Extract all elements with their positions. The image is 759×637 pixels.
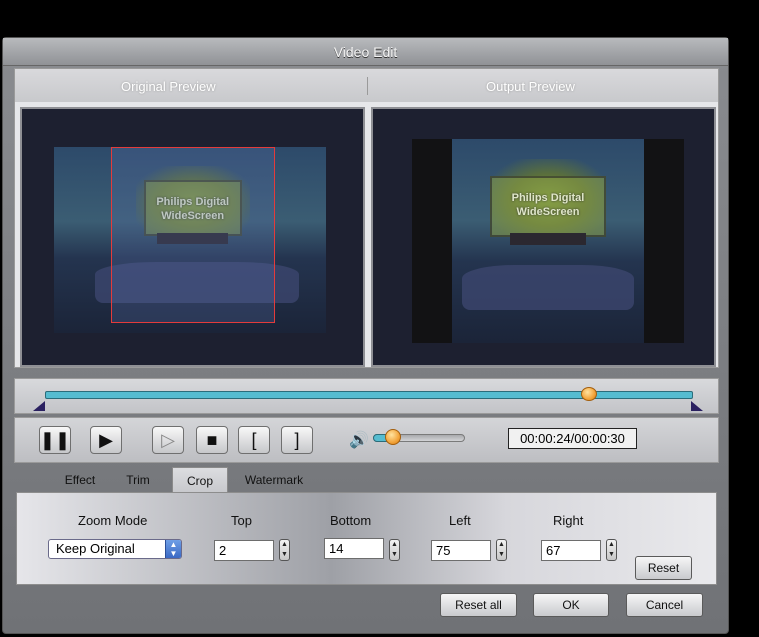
left-label: Left bbox=[449, 513, 471, 528]
right-stepper[interactable]: ▲ ▼ bbox=[606, 539, 617, 561]
cancel-button[interactable]: Cancel bbox=[626, 593, 703, 617]
preview-header-divider bbox=[367, 77, 368, 95]
zoom-mode-label: Zoom Mode bbox=[78, 513, 148, 528]
bottom-label: Bottom bbox=[330, 513, 372, 528]
mark-in-icon: [ bbox=[251, 429, 257, 450]
output-video-frame: Philips Digital WideScreen bbox=[412, 139, 684, 343]
step-play-icon: ▶ bbox=[99, 429, 113, 450]
tab-effect[interactable]: Effect bbox=[55, 467, 105, 493]
original-preview-label: Original Preview bbox=[121, 79, 216, 94]
time-display: 00:00:24/00:00:30 bbox=[508, 428, 637, 449]
output-tv-text-line2: WideScreen bbox=[516, 205, 580, 218]
output-preview-pane: Philips Digital WideScreen bbox=[371, 107, 716, 367]
reset-all-button[interactable]: Reset all bbox=[440, 593, 517, 617]
top-stepper[interactable]: ▲ ▼ bbox=[279, 539, 290, 561]
tab-watermark[interactable]: Watermark bbox=[236, 467, 312, 493]
playback-controls: ❚❚ ▶ ▷ ■ [ ] 🔊 00:00:24/00:00:30 bbox=[14, 417, 719, 463]
mark-out-button[interactable]: ] bbox=[281, 426, 313, 454]
bottom-input[interactable]: 14 bbox=[324, 538, 384, 559]
pause-button[interactable]: ❚❚ bbox=[39, 426, 71, 454]
crop-settings-panel: Zoom Mode Keep Original ▲ ▼ Top 2 ▲ ▼ Bott… bbox=[16, 492, 717, 585]
output-preview-label: Output Preview bbox=[486, 79, 575, 94]
output-tv-text-line1: Philips Digital bbox=[511, 191, 585, 204]
ok-button[interactable]: OK bbox=[533, 593, 609, 617]
tab-crop[interactable]: Crop bbox=[172, 467, 228, 493]
crop-rectangle[interactable] bbox=[111, 147, 275, 323]
top-label: Top bbox=[231, 513, 252, 528]
mark-in-button[interactable]: [ bbox=[238, 426, 270, 454]
zoom-mode-select[interactable]: Keep Original ▲ ▼ bbox=[48, 539, 182, 559]
preview-header: Original Preview Output Preview bbox=[15, 69, 718, 102]
zoom-mode-value: Keep Original bbox=[56, 541, 135, 556]
select-arrows-icon: ▲ ▼ bbox=[165, 540, 181, 558]
next-frame-icon: ▷ bbox=[161, 429, 175, 450]
volume-knob[interactable] bbox=[384, 429, 401, 445]
stop-icon: ■ bbox=[206, 429, 218, 450]
output-video-scene: Philips Digital WideScreen bbox=[452, 139, 644, 343]
edit-tabs: Effect Trim Crop Watermark bbox=[14, 467, 719, 493]
right-label: Right bbox=[553, 513, 584, 528]
video-edit-window: Video Edit Original Preview Output Previ… bbox=[2, 37, 729, 634]
step-play-button[interactable]: ▶ bbox=[90, 426, 122, 454]
trim-start-marker-icon[interactable] bbox=[33, 401, 45, 411]
pause-icon: ❚❚ bbox=[39, 429, 71, 450]
top-input[interactable]: 2 bbox=[214, 540, 274, 561]
reset-button[interactable]: Reset bbox=[635, 556, 692, 580]
right-input[interactable]: 67 bbox=[541, 540, 601, 561]
speaker-icon[interactable]: 🔊 bbox=[349, 430, 369, 450]
original-video-frame: Philips Digital WideScreen bbox=[54, 147, 326, 333]
timeline-slider[interactable] bbox=[14, 378, 719, 414]
mark-out-icon: ] bbox=[294, 429, 300, 450]
trim-end-marker-icon[interactable] bbox=[691, 401, 703, 411]
preview-area: Original Preview Output Preview Philips … bbox=[14, 68, 719, 368]
bottom-stepper[interactable]: ▲ ▼ bbox=[389, 539, 400, 561]
tab-trim[interactable]: Trim bbox=[115, 467, 161, 493]
next-frame-button[interactable]: ▷ bbox=[152, 426, 184, 454]
left-input[interactable]: 75 bbox=[431, 540, 491, 561]
stop-button[interactable]: ■ bbox=[196, 426, 228, 454]
left-stepper[interactable]: ▲ ▼ bbox=[496, 539, 507, 561]
window-title: Video Edit bbox=[3, 38, 728, 66]
original-preview-pane: Philips Digital WideScreen bbox=[20, 107, 365, 367]
